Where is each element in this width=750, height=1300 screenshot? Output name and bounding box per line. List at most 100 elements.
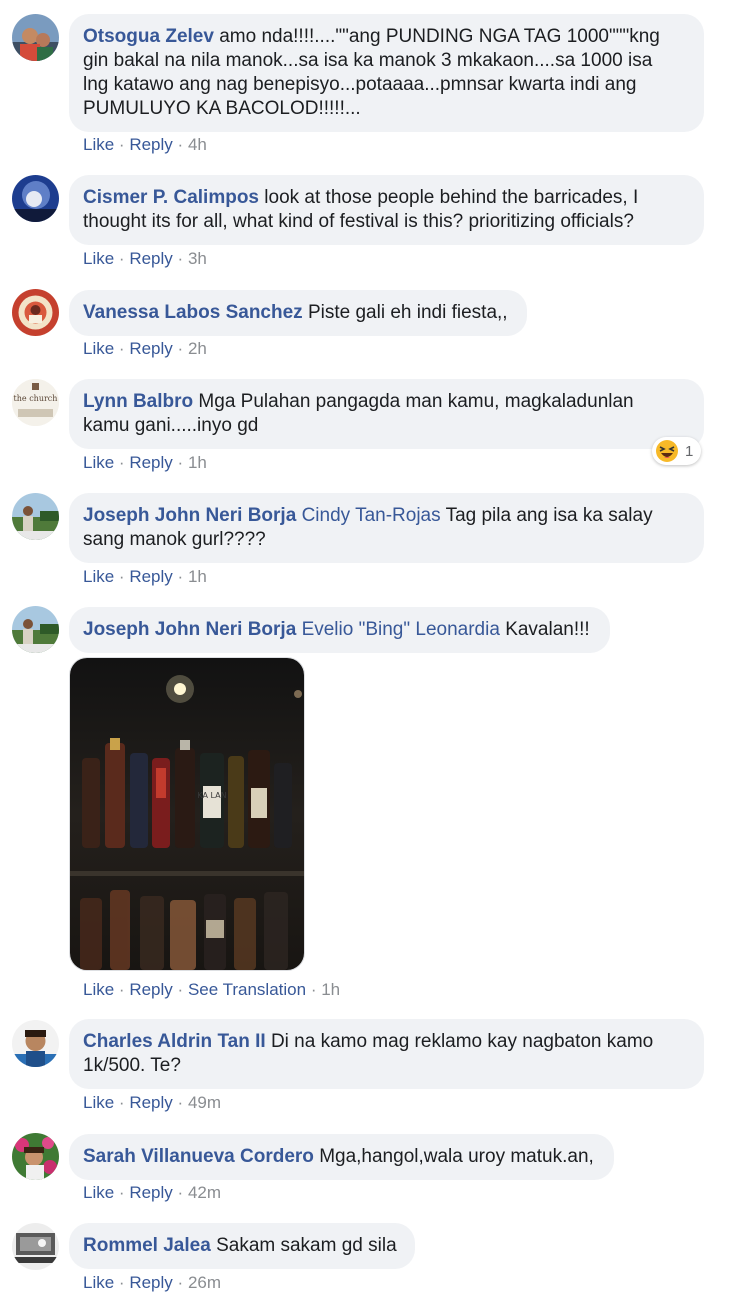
comment-text: lng katawo ang nag benepisyo...potaaaa..… bbox=[83, 74, 637, 95]
avatar[interactable]: the church bbox=[12, 379, 59, 426]
separator-dot: · bbox=[118, 1273, 125, 1292]
comment-actions: Like · Reply · 1h bbox=[83, 453, 207, 473]
comment-author[interactable]: Joseph John Neri Borja bbox=[83, 619, 296, 640]
avatar[interactable] bbox=[12, 289, 59, 336]
separator-dot: · bbox=[177, 980, 184, 999]
comment-author[interactable]: Charles Aldrin Tan II bbox=[83, 1031, 266, 1052]
comment-bubble: Rommel Jalea Sakam sakam gd sila bbox=[69, 1223, 415, 1269]
timestamp[interactable]: 42m bbox=[188, 1183, 221, 1202]
comment-actions: Like · Reply · 49m bbox=[83, 1093, 221, 1113]
comment-author[interactable]: Rommel Jalea bbox=[83, 1235, 211, 1256]
comment-bubble: Cismer P. Calimpos look at those people … bbox=[69, 175, 704, 245]
reply-button[interactable]: Reply bbox=[129, 1093, 172, 1112]
comment-text: Kavalan!!! bbox=[505, 619, 590, 640]
separator-dot: · bbox=[118, 1093, 125, 1112]
separator-dot: · bbox=[118, 249, 125, 268]
reply-button[interactable]: Reply bbox=[129, 135, 172, 154]
like-button[interactable]: Like bbox=[83, 339, 114, 358]
see-translation-link[interactable]: See Translation bbox=[188, 980, 306, 999]
avatar[interactable] bbox=[12, 1020, 59, 1067]
timestamp[interactable]: 2h bbox=[188, 339, 207, 358]
reply-button[interactable]: Reply bbox=[129, 249, 172, 268]
timestamp[interactable]: 1h bbox=[188, 453, 207, 472]
comment-text: PUMULUYO KA BACOLOD!!!!!... bbox=[83, 98, 361, 119]
separator-dot: · bbox=[118, 980, 125, 999]
avatar[interactable] bbox=[12, 493, 59, 540]
reply-button[interactable]: Reply bbox=[129, 1183, 172, 1202]
svg-text:the church: the church bbox=[14, 394, 58, 403]
separator-dot: · bbox=[118, 567, 125, 586]
comment-text: amo nda!!!!....""ang PUNDING NGA TAG 100… bbox=[219, 26, 660, 47]
separator-dot: · bbox=[177, 1093, 184, 1112]
timestamp[interactable]: 49m bbox=[188, 1093, 221, 1112]
like-button[interactable]: Like bbox=[83, 1183, 114, 1202]
comment-author[interactable]: Joseph John Neri Borja bbox=[83, 505, 296, 526]
timestamp[interactable]: 26m bbox=[188, 1273, 221, 1292]
reaction-count: 1 bbox=[685, 442, 694, 460]
comment-bubble: Joseph John Neri Borja Cindy Tan-Rojas T… bbox=[69, 493, 704, 563]
comment-bubble: Vanessa Labos Sanchez Piste gali eh indi… bbox=[69, 290, 527, 336]
avatar[interactable] bbox=[12, 14, 59, 61]
avatar[interactable] bbox=[12, 606, 59, 653]
like-button[interactable]: Like bbox=[83, 980, 114, 999]
separator-dot: · bbox=[177, 567, 184, 586]
comment-text: sang manok gurl???? bbox=[83, 529, 266, 550]
mentioned-user-link[interactable]: Evelio "Bing" Leonardia bbox=[302, 619, 500, 640]
mentioned-user-link[interactable]: Cindy Tan-Rojas bbox=[302, 505, 441, 526]
like-button[interactable]: Like bbox=[83, 453, 114, 472]
separator-dot: · bbox=[118, 135, 125, 154]
separator-dot: · bbox=[177, 1183, 184, 1202]
like-button[interactable]: Like bbox=[83, 135, 114, 154]
comment-text: kamu gani.....inyo gd bbox=[83, 415, 259, 436]
comment-actions: Like · Reply · 4h bbox=[83, 135, 207, 155]
like-button[interactable]: Like bbox=[83, 567, 114, 586]
comment-actions: Like · Reply · 2h bbox=[83, 339, 207, 359]
separator-dot: · bbox=[177, 339, 184, 358]
reply-button[interactable]: Reply bbox=[129, 567, 172, 586]
like-button[interactable]: Like bbox=[83, 1273, 114, 1292]
comment-bubble: Sarah Villanueva Cordero Mga,hangol,wala… bbox=[69, 1134, 614, 1180]
like-button[interactable]: Like bbox=[83, 249, 114, 268]
reply-button[interactable]: Reply bbox=[129, 1273, 172, 1292]
comment-actions: Like · Reply · 42m bbox=[83, 1183, 221, 1203]
comment-bubble: Lynn Balbro Mga Pulahan pangagda man kam… bbox=[69, 379, 704, 449]
timestamp[interactable]: 4h bbox=[188, 135, 207, 154]
separator-dot: · bbox=[177, 1273, 184, 1292]
comment-text: Piste gali eh indi fiesta,, bbox=[307, 302, 508, 323]
separator-dot: · bbox=[310, 980, 317, 999]
separator-dot: · bbox=[118, 1183, 125, 1202]
reply-button[interactable]: Reply bbox=[129, 453, 172, 472]
avatar[interactable] bbox=[12, 1223, 59, 1270]
separator-dot: · bbox=[118, 453, 125, 472]
comment-author[interactable]: Vanessa Labos Sanchez bbox=[83, 302, 303, 323]
comment-text: gin bakal na nila manok...sa isa ka mano… bbox=[83, 50, 653, 71]
separator-dot: · bbox=[177, 249, 184, 268]
comment-text: Mga,hangol,wala uroy matuk.an, bbox=[319, 1146, 594, 1167]
comment-text: thought its for all, what kind of festiv… bbox=[83, 211, 634, 232]
like-button[interactable]: Like bbox=[83, 1093, 114, 1112]
comment-photo[interactable]: KA LAN bbox=[69, 657, 305, 971]
comment-author[interactable]: Otsogua Zelev bbox=[83, 26, 214, 47]
avatar[interactable] bbox=[12, 1133, 59, 1180]
timestamp[interactable]: 1h bbox=[321, 980, 340, 999]
comment-actions: Like · Reply · 26m bbox=[83, 1273, 221, 1293]
comment-author[interactable]: Sarah Villanueva Cordero bbox=[83, 1146, 314, 1167]
comment-text: 1k/500. Te? bbox=[83, 1055, 181, 1076]
comment-text: Di na kamo mag reklamo kay nagbaton kamo bbox=[270, 1031, 654, 1052]
timestamp[interactable]: 1h bbox=[188, 567, 207, 586]
separator-dot: · bbox=[118, 339, 125, 358]
comment-actions: Like · Reply · See Translation · 1h bbox=[83, 980, 340, 1000]
comment-author[interactable]: Cismer P. Calimpos bbox=[83, 187, 259, 208]
timestamp[interactable]: 3h bbox=[188, 249, 207, 268]
comment-author[interactable]: Lynn Balbro bbox=[83, 391, 193, 412]
comment-actions: Like · Reply · 1h bbox=[83, 567, 207, 587]
separator-dot: · bbox=[177, 135, 184, 154]
reply-button[interactable]: Reply bbox=[129, 980, 172, 999]
avatar[interactable] bbox=[12, 175, 59, 222]
reaction-badge[interactable]: 1 bbox=[652, 437, 702, 465]
comment-text: look at those people behind the barricad… bbox=[264, 187, 639, 208]
comment-bubble: Charles Aldrin Tan II Di na kamo mag rek… bbox=[69, 1019, 704, 1089]
reply-button[interactable]: Reply bbox=[129, 339, 172, 358]
comment-text: Mga Pulahan pangagda man kamu, magkaladu… bbox=[198, 391, 634, 412]
comment-bubble: Otsogua Zelev amo nda!!!!....""ang PUNDI… bbox=[69, 14, 704, 132]
